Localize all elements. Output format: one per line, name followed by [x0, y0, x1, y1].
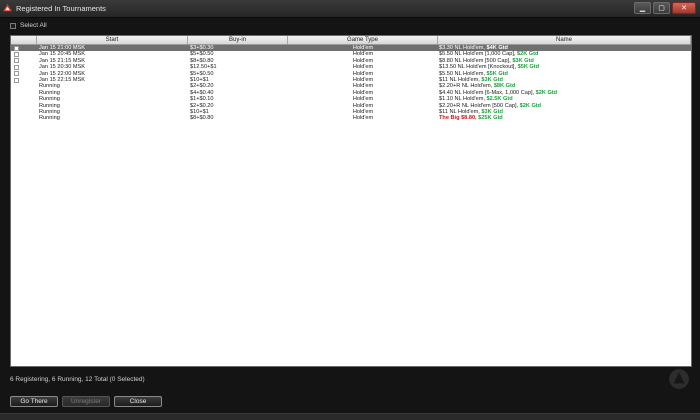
- select-all-label: Select All: [20, 22, 47, 29]
- row-checkbox[interactable]: [14, 58, 19, 64]
- select-all-checkbox[interactable]: [10, 22, 16, 29]
- guarantee-tag: $3K Gtd: [481, 76, 503, 83]
- cell-name: The Big $8.80, $25K Gtd: [438, 115, 691, 121]
- status-text: 6 Registering, 6 Running, 12 Total (0 Se…: [10, 376, 145, 383]
- header-start[interactable]: Start: [37, 36, 188, 44]
- guarantee-tag: $2K Gtd: [519, 102, 542, 109]
- tournament-name: $5.50 NL Hold'em,: [439, 70, 487, 77]
- row-checkbox[interactable]: [14, 77, 19, 83]
- tournament-name: $13.50 NL Hold'em [Knockout],: [439, 64, 518, 71]
- window-title: Registered In Tournaments: [16, 4, 106, 13]
- header-game-type[interactable]: Game Type: [288, 36, 438, 44]
- table-row[interactable]: Running $8+$0.80 Hold'em The Big $8.80, $25…: [11, 115, 691, 121]
- guarantee-tag: $3K Gtd: [481, 108, 503, 115]
- tournament-name: $5.50 NL Hold'em [1,000 Cap],: [439, 51, 517, 58]
- window-controls: ▁ ▢ ✕: [634, 2, 696, 14]
- tournament-name: $11 NL Hold'em,: [439, 76, 482, 83]
- close-window-button[interactable]: ✕: [672, 2, 696, 14]
- close-button[interactable]: Close: [114, 396, 162, 407]
- guarantee-tag: $4K Gtd: [486, 45, 508, 51]
- watermark-logo-icon: [669, 369, 689, 389]
- guarantee-tag: $25K Gtd: [478, 115, 503, 122]
- cell-buyin: $8+$0.80: [190, 115, 214, 122]
- guarantee-tag: $5K Gtd: [486, 70, 508, 77]
- table-header: Start Buy-in Game Type Name: [11, 36, 691, 45]
- row-checkbox-cell: [11, 115, 37, 121]
- unregister-button[interactable]: Unregister: [62, 396, 110, 407]
- go-there-button[interactable]: Go There: [10, 396, 58, 407]
- tournament-name: $2.20+R NL Hold'em [500 Cap],: [439, 102, 520, 109]
- cell-game-type: Hold'em: [352, 115, 374, 122]
- tournament-name: $11 NL Hold'em,: [439, 108, 482, 115]
- header-name[interactable]: Name: [438, 36, 691, 44]
- cell-start: Running: [39, 115, 60, 122]
- header-buyin[interactable]: Buy-in: [188, 36, 288, 44]
- action-buttons: Go There Unregister Close: [10, 396, 162, 407]
- app-logo-icon: [3, 4, 12, 12]
- guarantee-tag: $8K Gtd: [493, 83, 516, 90]
- tournament-name: $4.40 NL Hold'em [6-Max, 1,000 Cap],: [439, 89, 536, 96]
- taskbar-edge: [0, 413, 700, 420]
- row-checkbox[interactable]: [14, 52, 19, 58]
- row-checkbox[interactable]: [14, 64, 19, 70]
- tournament-name: $3.30 NL Hold'em,: [439, 45, 487, 51]
- guarantee-tag: $2K Gtd: [535, 89, 558, 96]
- tournament-name: $2.20+R NL Hold'em,: [439, 83, 494, 90]
- header-checkbox-column: [11, 36, 37, 44]
- window-titlebar: Registered In Tournaments ▁ ▢ ✕: [0, 0, 700, 18]
- table-body: Jan 15 21:00 MSK $3+$0.30 Hold'em $3.30 NL …: [11, 45, 691, 122]
- tournament-name: $8.80 NL Hold'em [500 Cap],: [439, 57, 513, 64]
- guarantee-tag: $2K Gtd: [516, 51, 539, 58]
- guarantee-tag: $5K Gtd: [517, 64, 540, 71]
- tournaments-table: Start Buy-in Game Type Name Jan 15 21:00…: [10, 35, 692, 367]
- tournament-name: The Big $8.80,: [439, 115, 479, 122]
- row-checkbox[interactable]: [14, 45, 19, 51]
- select-all-control[interactable]: Select All: [10, 22, 47, 29]
- tournament-name: $1.10 NL Hold'em,: [439, 96, 487, 103]
- guarantee-tag: $3K Gtd: [512, 57, 534, 64]
- maximize-button[interactable]: ▢: [653, 2, 670, 14]
- guarantee-tag: $2.5K Gtd: [486, 96, 513, 103]
- minimize-button[interactable]: ▁: [634, 2, 651, 14]
- row-checkbox[interactable]: [14, 71, 19, 77]
